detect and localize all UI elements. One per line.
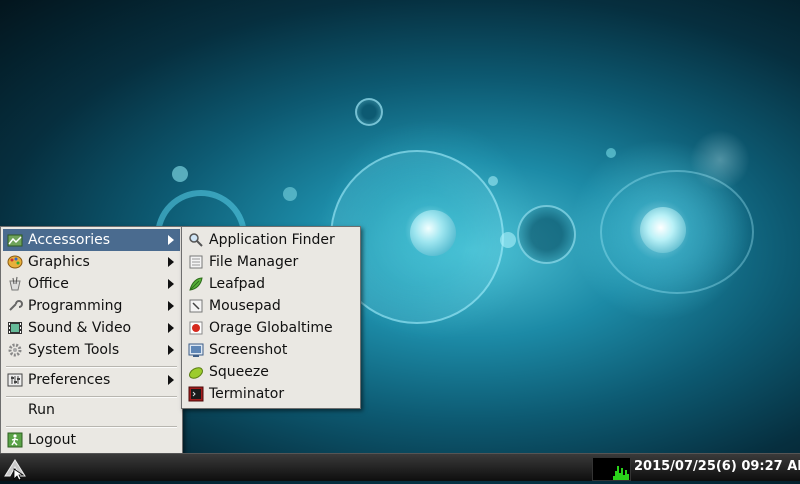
menu-item-logout[interactable]: Logout	[3, 429, 180, 451]
submenu-item-label: Leafpad	[209, 276, 266, 292]
submenu-item-file-manager[interactable]: File Manager	[184, 251, 358, 273]
wallpaper-bubble	[172, 166, 188, 182]
menu-item-office[interactable]: Office	[3, 273, 180, 295]
submenu-arrow-icon	[168, 345, 174, 355]
clock-icon	[188, 320, 204, 336]
squeeze-icon	[188, 364, 204, 380]
menu-item-label: Graphics	[28, 254, 90, 270]
submenu-arrow-icon	[168, 257, 174, 267]
menu-item-label: Programming	[28, 298, 123, 314]
wallpaper-bubble	[606, 148, 616, 158]
screenshot-icon	[188, 342, 204, 358]
leafpad-icon	[188, 276, 204, 292]
accessories-icon	[7, 232, 23, 248]
preferences-icon	[7, 372, 23, 388]
menu-item-label: System Tools	[28, 342, 120, 358]
wallpaper-bubble	[355, 98, 383, 126]
application-menu: Accessories Graphics Office Programming …	[0, 226, 183, 455]
submenu-item-label: Screenshot	[209, 342, 288, 358]
submenu-item-label: Squeeze	[209, 364, 269, 380]
terminal-icon	[188, 386, 204, 402]
cpu-monitor-icon[interactable]	[592, 457, 631, 481]
file-manager-icon	[188, 254, 204, 270]
submenu-arrow-icon	[168, 301, 174, 311]
start-menu-button[interactable]	[2, 456, 28, 481]
submenu-item-label: Terminator	[209, 386, 285, 402]
submenu-arrow-icon	[168, 235, 174, 245]
submenu-item-squeeze[interactable]: Squeeze	[184, 361, 358, 383]
menu-item-label: Office	[28, 276, 69, 292]
menu-item-run[interactable]: Run	[3, 399, 180, 421]
accessories-submenu: Application Finder File Manager Leafpad …	[181, 226, 361, 409]
menu-item-graphics[interactable]: Graphics	[3, 251, 180, 273]
logout-icon	[7, 432, 23, 448]
submenu-item-mousepad[interactable]: Mousepad	[184, 295, 358, 317]
graphics-icon	[7, 254, 23, 270]
submenu-arrow-icon	[168, 279, 174, 289]
menu-item-programming[interactable]: Programming	[3, 295, 180, 317]
menu-item-system-tools[interactable]: System Tools	[3, 339, 180, 361]
programming-icon	[7, 298, 23, 314]
menu-item-label: Preferences	[28, 372, 111, 388]
submenu-item-screenshot[interactable]: Screenshot	[184, 339, 358, 361]
menu-item-accessories[interactable]: Accessories	[3, 229, 180, 251]
mousepad-icon	[188, 298, 204, 314]
system-tools-icon	[7, 342, 23, 358]
submenu-item-application-finder[interactable]: Application Finder	[184, 229, 358, 251]
menu-separator	[6, 396, 177, 398]
menu-item-preferences[interactable]: Preferences	[3, 369, 180, 391]
start-menu-icon	[4, 459, 26, 481]
menu-item-label: Logout	[28, 432, 76, 448]
wallpaper-bubble	[500, 232, 516, 248]
submenu-item-leafpad[interactable]: Leafpad	[184, 273, 358, 295]
sound-video-icon	[7, 320, 23, 336]
submenu-arrow-icon	[168, 375, 174, 385]
submenu-item-label: Mousepad	[209, 298, 281, 314]
wallpaper-bubble	[283, 187, 297, 201]
submenu-item-orage-globaltime[interactable]: Orage Globaltime	[184, 317, 358, 339]
submenu-item-terminator[interactable]: Terminator	[184, 383, 358, 405]
menu-item-label: Accessories	[28, 232, 111, 248]
menu-item-sound-video[interactable]: Sound & Video	[3, 317, 180, 339]
taskbar-clock[interactable]: 2015/07/25(6) 09:27 AM	[634, 459, 800, 474]
submenu-item-label: Orage Globaltime	[209, 320, 333, 336]
menu-item-label: Run	[28, 402, 55, 418]
wallpaper-bubble	[517, 205, 576, 264]
menu-separator	[6, 426, 177, 428]
taskbar: 2015/07/25(6) 09:27 AM	[0, 453, 800, 481]
wallpaper-bubble	[488, 176, 498, 186]
submenu-item-label: Application Finder	[209, 232, 335, 248]
wallpaper-bubble	[690, 130, 750, 190]
wallpaper-bubble	[640, 207, 686, 253]
wallpaper-bubble	[410, 210, 456, 256]
magnifier-icon	[188, 232, 204, 248]
submenu-item-label: File Manager	[209, 254, 299, 270]
submenu-arrow-icon	[168, 323, 174, 333]
menu-item-label: Sound & Video	[28, 320, 132, 336]
menu-separator	[6, 366, 177, 368]
office-icon	[7, 276, 23, 292]
